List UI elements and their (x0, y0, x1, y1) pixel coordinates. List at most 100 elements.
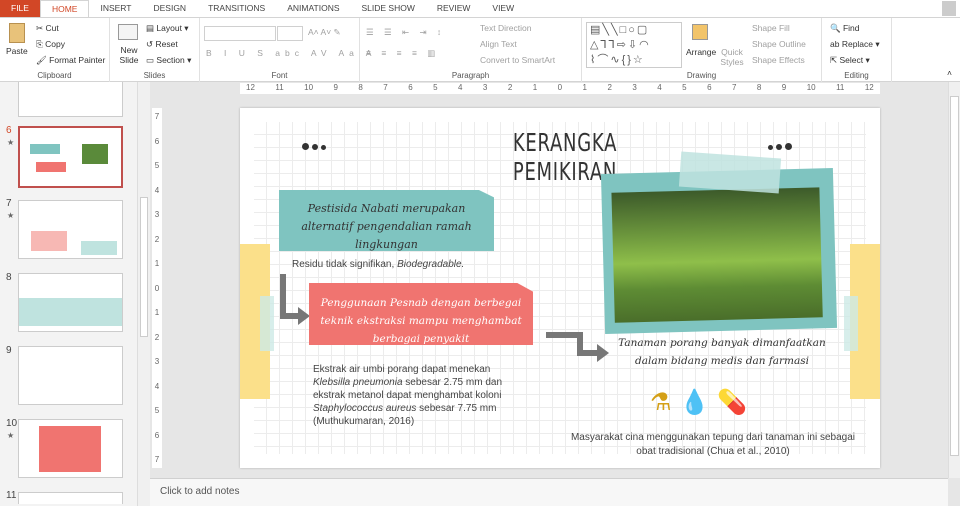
decor-dot (785, 143, 792, 150)
tab-file[interactable]: FILE (0, 0, 40, 17)
shapes-gallery[interactable]: ▤╲╲□○▢ △⅂⅂⇨⇩◠ ⌇⌒∿{}☆ (586, 22, 682, 68)
shape-effects-button[interactable]: Shape Effects (752, 55, 805, 65)
drops-icon: 💧 (679, 389, 718, 416)
extract-line: Ekstrak air umbi porang dapat menekan (313, 364, 491, 375)
reset-button[interactable]: ↺ Reset (146, 39, 178, 50)
slide-thumbnail-11[interactable] (18, 492, 123, 504)
species-name: Staphylococcus aureus (313, 403, 417, 414)
font-name-input[interactable] (204, 26, 276, 41)
paste-icon (9, 23, 25, 43)
decor-dot (312, 144, 318, 150)
list-buttons[interactable]: ☰ ☰ ⇤ ⇥ ↕ (366, 27, 445, 38)
collapse-ribbon-button[interactable]: ˄ (947, 68, 952, 78)
tab-review[interactable]: REVIEW (426, 0, 482, 17)
find-button[interactable]: 🔍 Find (830, 23, 860, 34)
user-avatar[interactable] (942, 1, 956, 16)
slides-group: New Slide ▤ Layout ▾ ↺ Reset ▭ Section ▾… (110, 18, 200, 82)
new-slide-icon (118, 24, 138, 40)
tab-slide-show[interactable]: SLIDE SHOW (351, 0, 426, 17)
slide-number: 7 (6, 198, 12, 209)
slide-thumbnail-8[interactable] (18, 273, 123, 332)
medical-icons: ⚗💧💊 (650, 388, 755, 417)
convert-smartart-button[interactable]: Convert to SmartArt (480, 55, 555, 65)
arrow-shaft (577, 350, 599, 356)
arrange-button[interactable]: Arrange (686, 47, 716, 57)
horizontal-ruler: 12 11 10 9 8 7 6 5 4 3 2 1 0 1 2 3 4 5 6 7 8 9 10 11 12 (150, 82, 948, 95)
extract-text[interactable]: Ekstrak air umbi porang dapat menekan Kl… (313, 363, 543, 428)
align-text-button[interactable]: Align Text (480, 39, 517, 49)
tab-home[interactable]: HOME (39, 0, 90, 17)
extract-line: Klebsilla pneumonia sebesar 2.75 mm dan (313, 376, 543, 389)
slide-number: 8 (6, 272, 12, 283)
cut-button[interactable]: ✂ Cut (36, 23, 59, 34)
vertical-ruler: 765432101234567 (150, 95, 164, 478)
replace-label: Replace (841, 39, 874, 49)
decor-dot (768, 145, 773, 150)
thumbnails-scrollbar[interactable] (137, 82, 150, 506)
slide-number: 6 (6, 125, 12, 136)
copy-button[interactable]: ⎘ Copy (36, 39, 65, 50)
notes-placeholder: Click to add notes (160, 486, 240, 497)
cut-label: Cut (45, 23, 59, 33)
slide-thumbnail-7[interactable] (18, 200, 123, 259)
text-direction-button[interactable]: Text Direction (480, 23, 532, 33)
extract-fragment: sebesar 7.75 mm (416, 403, 497, 414)
tab-design[interactable]: DESIGN (142, 0, 197, 17)
teal-text-box[interactable]: Pestisida Nabati merupakan alternatif pe… (279, 190, 494, 251)
ribbon: Paste ✂ Cut ⎘ Copy 🖌 Format Painter Clip… (0, 17, 960, 82)
species-name: Klebsilla pneumonia (313, 377, 403, 388)
font-format-buttons[interactable]: B I U S abc AV Aa A (206, 48, 376, 58)
shape-fill-button[interactable]: Shape Fill (752, 23, 790, 33)
new-slide-button[interactable]: New Slide (117, 45, 141, 65)
copy-label: Copy (45, 39, 66, 49)
layout-button[interactable]: ▤ Layout ▾ (146, 23, 189, 34)
section-button[interactable]: ▭ Section ▾ (146, 55, 191, 66)
slide-number: 10 (6, 418, 18, 429)
shape-outline-button[interactable]: Shape Outline (752, 39, 806, 49)
decor-dot (302, 143, 309, 150)
tab-animations[interactable]: ANIMATIONS (276, 0, 350, 17)
slide-thumbnail-6[interactable] (18, 126, 123, 188)
ribbon-tabs: FILE HOME INSERT DESIGN TRANSITIONS ANIM… (0, 0, 960, 17)
slide-number: 9 (6, 345, 12, 356)
decor-dot (321, 145, 326, 150)
extract-line: ekstrak metanol dapat menghambat koloni (313, 390, 502, 401)
find-label: Find (842, 23, 860, 33)
porang-plant-photo[interactable] (611, 187, 823, 323)
format-painter-button[interactable]: 🖌 Format Painter (36, 55, 105, 66)
select-label: Select (839, 55, 864, 65)
slide-scrollbar[interactable] (948, 82, 960, 478)
decor-dot (776, 144, 782, 150)
slide-thumbnail-9[interactable] (18, 346, 123, 405)
photo-frame (600, 167, 838, 335)
group-label: Paragraph (451, 71, 490, 80)
font-size-buttons[interactable]: A˄ A˅ ✎ (308, 27, 341, 38)
tab-view[interactable]: VIEW (481, 0, 525, 17)
tab-insert[interactable]: INSERT (89, 0, 142, 17)
group-label: Font (271, 71, 288, 80)
red-text-box[interactable]: Penggunaan Pesnab dengan berbegai teknik… (309, 283, 533, 345)
font-size-input[interactable] (277, 26, 303, 41)
caption-text[interactable]: Tanaman porang banyak dimanfaatkan dalam… (602, 334, 842, 370)
arrange-icon (692, 24, 708, 40)
quick-styles-button[interactable]: Quick Styles (718, 47, 746, 67)
tab-transitions[interactable]: TRANSITIONS (197, 0, 276, 17)
slide-thumbnail-5[interactable] (18, 82, 123, 117)
align-buttons[interactable]: ≡ ≡ ≡ ≡ ▥ (366, 48, 439, 59)
slide-thumbnail-10[interactable] (18, 419, 123, 478)
slide-canvas[interactable]: KERANGKA PEMIKIRAN Pestisida Nabati meru… (240, 108, 880, 468)
bottom-text[interactable]: Masyarakat cina menggunakan tepung dari … (560, 431, 866, 459)
paste-button[interactable]: Paste (6, 46, 28, 56)
editing-group: 🔍 Find ab Replace ▾ ⇱ Select ▾ Editing (822, 18, 892, 82)
group-label: Drawing (686, 71, 717, 80)
tape-decor (260, 296, 274, 351)
clipboard-group: Paste ✂ Cut ⎘ Copy 🖌 Format Painter Clip… (0, 18, 110, 82)
replace-button[interactable]: ab Replace ▾ (830, 39, 880, 50)
select-button[interactable]: ⇱ Select ▾ (830, 55, 870, 66)
reset-label: Reset (155, 39, 178, 49)
notes-pane[interactable]: Click to add notes (150, 478, 948, 506)
slide-number: 11 (6, 490, 17, 501)
tape-decor (844, 296, 858, 351)
residu-text[interactable]: Residu tidak signifikan, Biodegradable. (292, 259, 464, 270)
pills-icon: 💊 (717, 389, 756, 416)
